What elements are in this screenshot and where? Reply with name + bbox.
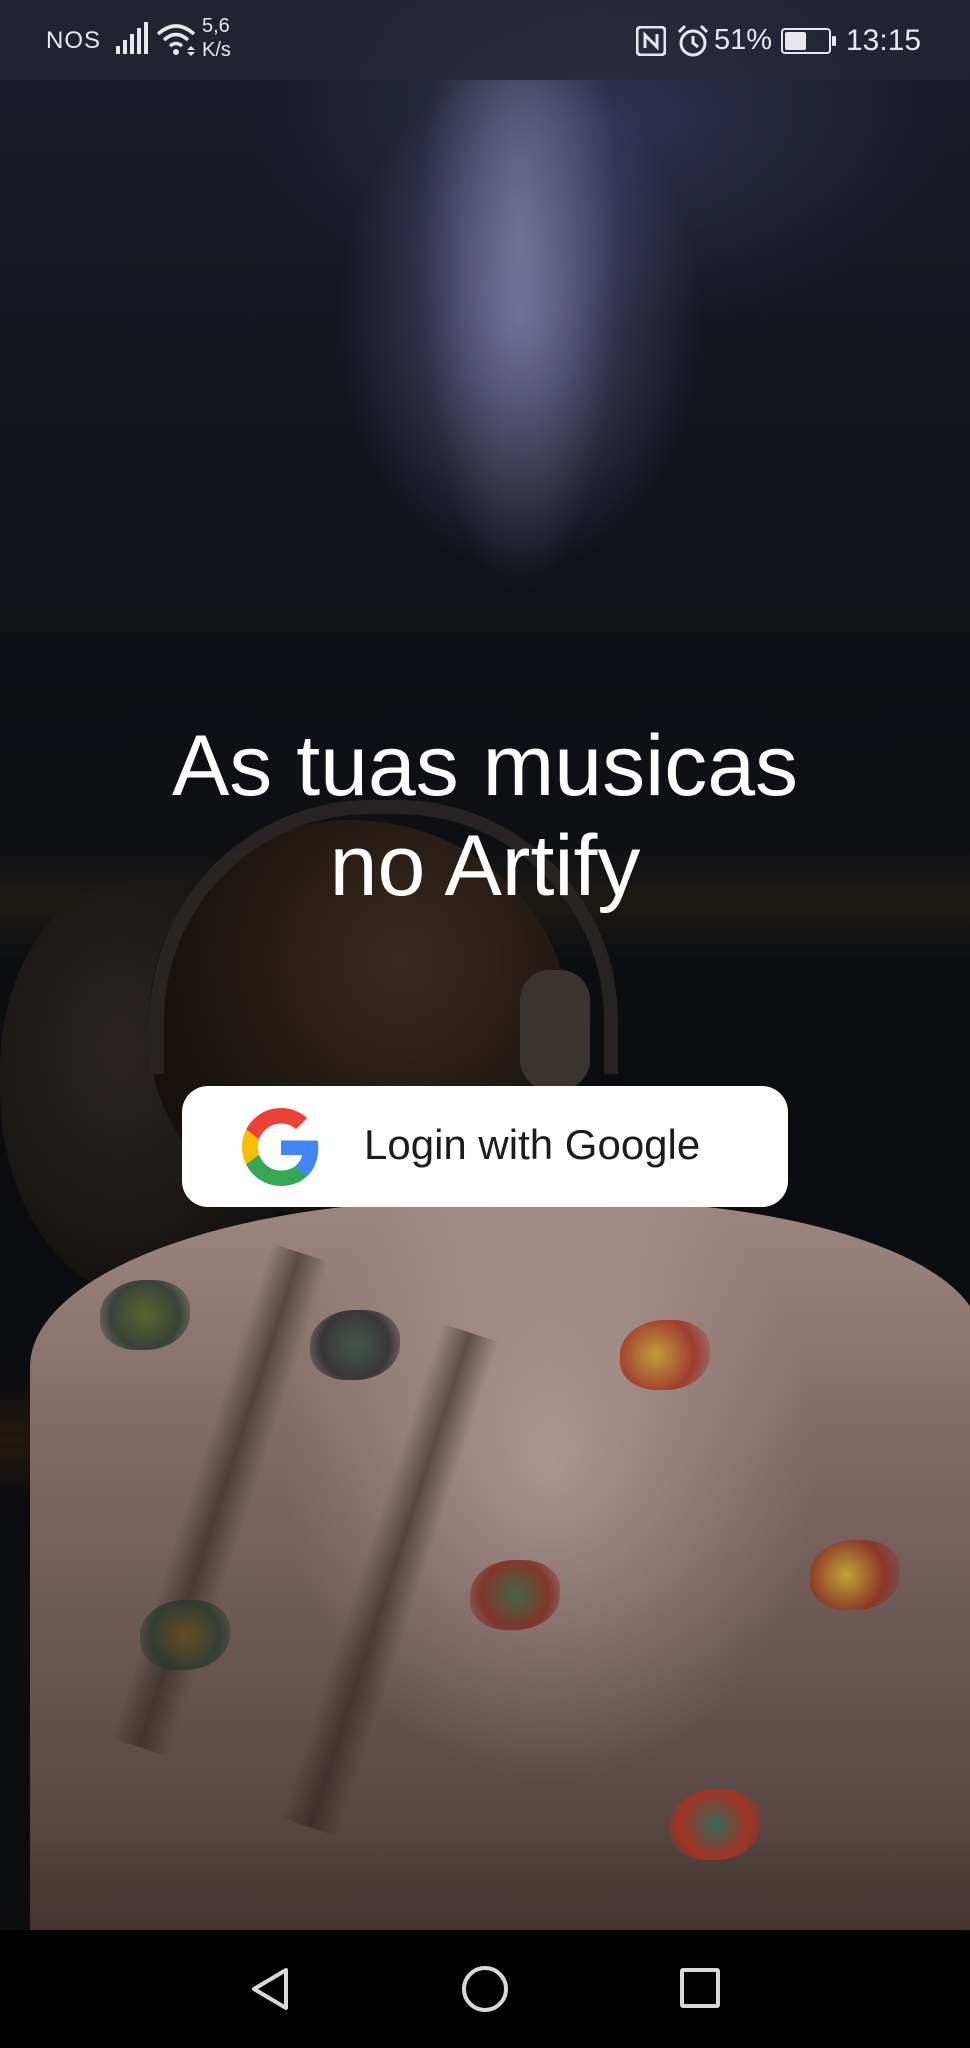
wifi-icon bbox=[156, 24, 196, 56]
login-button-label: Login with Google bbox=[364, 1121, 701, 1168]
back-icon[interactable] bbox=[246, 1964, 296, 2014]
status-bar: NOS 5,6 K/s 51% 13:15 bbox=[0, 0, 970, 80]
network-speed-unit: K/s bbox=[202, 39, 231, 61]
butterfly-print bbox=[670, 1790, 760, 1860]
navigation-bar bbox=[0, 1930, 970, 2048]
alarm-icon bbox=[677, 24, 709, 57]
background-photo bbox=[0, 0, 970, 1930]
nfc-icon bbox=[636, 26, 666, 56]
battery-level bbox=[785, 32, 806, 50]
butterfly-print bbox=[310, 1310, 400, 1380]
battery-icon bbox=[781, 28, 836, 54]
butterfly-print bbox=[140, 1600, 230, 1670]
stage-light bbox=[420, 80, 620, 600]
butterfly-print bbox=[620, 1320, 710, 1390]
butterfly-print bbox=[470, 1560, 560, 1630]
signal-icon bbox=[116, 22, 148, 54]
recent-apps-icon[interactable] bbox=[680, 1968, 720, 2008]
status-time: 13:15 bbox=[846, 24, 922, 57]
butterfly-print bbox=[810, 1540, 900, 1610]
login-screen: NOS 5,6 K/s 51% 13:15 As tuas musicas no… bbox=[0, 0, 970, 2048]
google-icon bbox=[242, 1108, 319, 1186]
network-speed: 5,6 K/s bbox=[202, 14, 231, 62]
battery-percent: 51% bbox=[714, 24, 773, 56]
page-title: As tuas musicas no Artify bbox=[0, 716, 970, 916]
shirt-fold bbox=[281, 1323, 499, 1837]
person-shirt bbox=[30, 1200, 970, 1930]
home-icon[interactable] bbox=[462, 1966, 508, 2012]
login-with-google-button[interactable]: Login with Google bbox=[182, 1086, 788, 1207]
headline-line-1: As tuas musicas bbox=[171, 718, 799, 814]
butterfly-print bbox=[100, 1280, 190, 1350]
network-speed-value: 5,6 bbox=[202, 15, 230, 37]
headphone-earcup bbox=[520, 970, 590, 1090]
headline-line-2: no Artify bbox=[329, 818, 641, 914]
carrier-label: NOS bbox=[46, 27, 102, 54]
